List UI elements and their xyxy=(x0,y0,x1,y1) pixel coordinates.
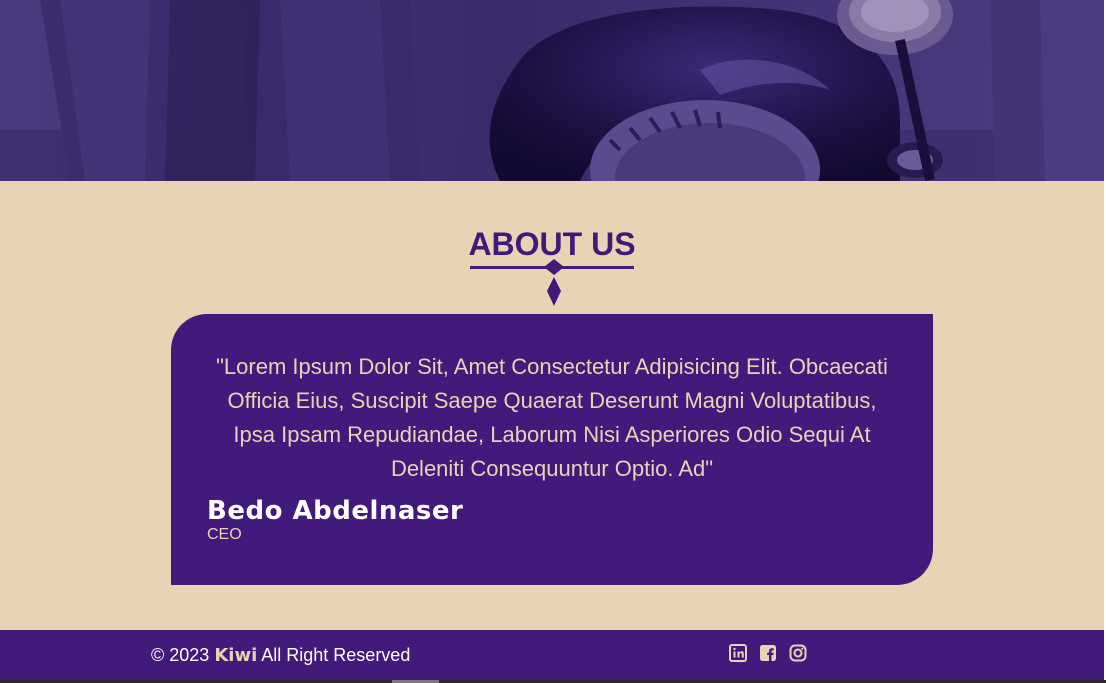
linkedin-icon[interactable] xyxy=(729,644,747,662)
about-title: ABOUT US xyxy=(468,226,636,262)
testimonial-card: "Lorem Ipsum Dolor Sit, Amet Consectetur… xyxy=(171,314,933,585)
copyright-text: © 2023 Kiwi All Right Reserved xyxy=(151,644,410,667)
about-section: ABOUT US "Lorem Ipsum Dolor Sit, Amet Co… xyxy=(0,181,1104,630)
copyright-suffix: All Right Reserved xyxy=(261,645,411,665)
facebook-icon[interactable] xyxy=(759,644,777,662)
hero-photo-illustration xyxy=(0,0,1104,181)
page: ABOUT US "Lorem Ipsum Dolor Sit, Amet Co… xyxy=(0,0,1106,683)
instagram-icon[interactable] xyxy=(789,644,807,662)
social-links xyxy=(729,644,807,664)
diamond-ornament-icon xyxy=(544,259,564,306)
brand-name: Kiwi xyxy=(214,645,258,666)
testimonial-quote: "Lorem Ipsum Dolor Sit, Amet Consectetur… xyxy=(216,354,888,481)
author-role: CEO xyxy=(207,526,242,543)
hero-image xyxy=(0,0,1104,181)
footer: © 2023 Kiwi All Right Reserved xyxy=(0,630,1104,680)
author-name: Bedo Abdelnaser xyxy=(207,496,464,526)
copyright-prefix: © 2023 xyxy=(151,645,210,665)
